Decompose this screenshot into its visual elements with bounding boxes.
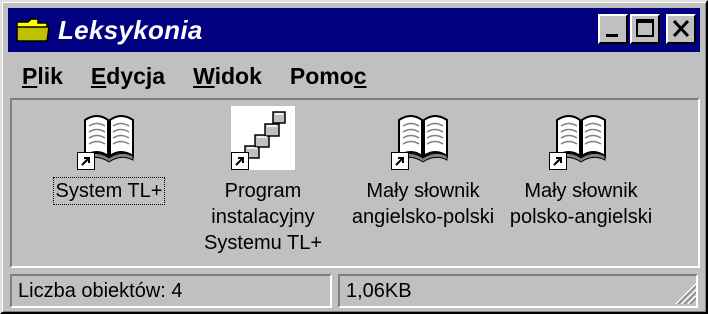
menu-bar: Plik Edycja Widok Pomoc: [8, 56, 381, 96]
window-title: Leksykonia: [58, 14, 203, 45]
shortcut-maly-slownik-pol-ang[interactable]: Mały słownik polsko-angielski: [506, 100, 656, 230]
menu-pomoc[interactable]: Pomoc: [276, 63, 381, 90]
icon-label: Mały słownik polsko-angielski: [509, 180, 653, 228]
minimize-icon: [606, 34, 618, 37]
shortcut-arrow-icon: [391, 152, 409, 170]
folder-icon: [16, 18, 50, 42]
icon-label: System TL+: [52, 177, 166, 205]
folder-content: System TL+ Program instalacyjny Systemu …: [10, 98, 700, 268]
icon-label: Program instalacyjny Systemu TL+: [203, 180, 323, 254]
icon-label: Mały słownik angielsko-polski: [351, 180, 495, 228]
explorer-window: Leksykonia Plik Edycja Widok Pomoc Syste…: [0, 0, 708, 314]
shortcut-arrow-icon: [549, 152, 567, 170]
resize-grip-icon[interactable]: [672, 280, 698, 306]
menu-edycja[interactable]: Edycja: [77, 63, 179, 90]
title-bar[interactable]: Leksykonia: [8, 8, 700, 52]
status-size: 1,06KB: [338, 274, 698, 308]
minimize-button[interactable]: [598, 14, 628, 44]
shortcut-arrow-icon: [77, 152, 95, 170]
maximize-icon: [636, 19, 654, 37]
shortcut-system-tl[interactable]: System TL+: [34, 100, 184, 205]
status-object-count: Liczba obiektów: 4: [10, 274, 332, 308]
close-icon: [672, 19, 690, 38]
shortcut-program-instalacyjny[interactable]: Program instalacyjny Systemu TL+: [188, 100, 338, 256]
menu-widok[interactable]: Widok: [179, 63, 276, 90]
menu-plik[interactable]: Plik: [8, 63, 77, 90]
close-button[interactable]: [666, 14, 696, 44]
shortcut-arrow-icon: [231, 152, 249, 170]
shortcut-maly-slownik-ang-pol[interactable]: Mały słownik angielsko-polski: [348, 100, 498, 230]
maximize-button[interactable]: [630, 14, 660, 44]
status-bar: Liczba obiektów: 4 1,06KB: [8, 274, 700, 310]
